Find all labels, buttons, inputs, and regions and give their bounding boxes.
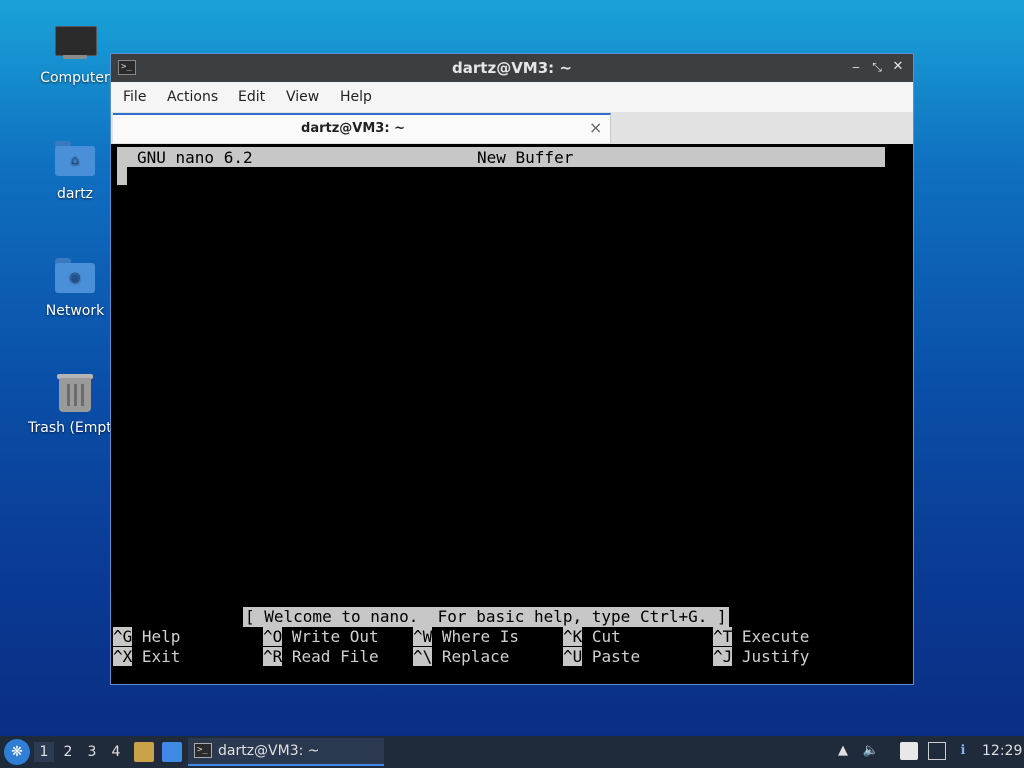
text-cursor	[117, 167, 127, 185]
shortcut-cut: ^K Cut	[563, 627, 621, 646]
shortcut-paste: ^U Paste	[563, 647, 641, 666]
workspace-4[interactable]: 4	[106, 742, 126, 762]
app-menu-icon: ❋	[11, 744, 23, 760]
terminal-window: >_ dartz@VM3: ~ ‒ ⤡ ✕ File Actions Edit …	[110, 53, 914, 685]
tab-bar: dartz@VM3: ~ ×	[111, 112, 913, 144]
nano-version: GNU nano 6.2	[137, 148, 253, 167]
window-title: dartz@VM3: ~	[452, 59, 572, 77]
desktop-icon-label: Trash (Empty)	[28, 420, 113, 436]
start-menu-button[interactable]: ❋	[4, 739, 30, 765]
clipboard-icon[interactable]	[900, 742, 918, 760]
shortcut-where-is: ^W Where Is	[413, 627, 519, 646]
tray-expand-icon[interactable]: ▲	[834, 742, 852, 760]
menu-edit[interactable]: Edit	[238, 89, 265, 105]
trash-icon	[53, 372, 97, 416]
terminal-area[interactable]: GNU nano 6.2 New Buffer [ Welcome to nan…	[113, 145, 911, 682]
clock[interactable]: 12:29	[982, 743, 1022, 759]
shortcut-execute: ^T Execute	[713, 627, 810, 646]
shortcut-justify: ^J Justify	[713, 647, 810, 666]
workspace-3[interactable]: 3	[82, 742, 102, 762]
shortcut-replace: ^\ Replace	[413, 647, 510, 666]
workspace-1[interactable]: 1	[34, 742, 54, 762]
maximize-button[interactable]: ⤡	[869, 58, 885, 76]
menubar: File Actions Edit View Help	[111, 82, 913, 112]
nano-titlebar: GNU nano 6.2 New Buffer	[117, 147, 885, 167]
taskbar: ❋ 1 2 3 4 >_ dartz@VM3: ~ ▲ 🔈 ℹ 12:29	[0, 736, 1024, 768]
network-folder-icon: ◉	[53, 255, 97, 299]
update-notifier-icon[interactable]: ℹ	[954, 742, 972, 760]
shortcut-read-file: ^R Read File	[263, 647, 379, 666]
tab-label: dartz@VM3: ~	[301, 121, 405, 136]
home-folder-icon: ⌂	[53, 138, 97, 182]
task-label: dartz@VM3: ~	[218, 743, 320, 759]
show-desktop-icon[interactable]	[162, 742, 182, 762]
computer-icon	[53, 22, 97, 66]
volume-icon[interactable]: 🔈	[862, 742, 880, 760]
tab-terminal[interactable]: dartz@VM3: ~ ×	[113, 113, 611, 143]
close-button[interactable]: ✕	[890, 58, 906, 76]
window-titlebar[interactable]: >_ dartz@VM3: ~ ‒ ⤡ ✕	[111, 54, 913, 82]
taskbar-task-terminal[interactable]: >_ dartz@VM3: ~	[188, 738, 384, 766]
tab-close-icon[interactable]: ×	[589, 118, 602, 137]
terminal-icon: >_	[194, 743, 212, 758]
workspace-2[interactable]: 2	[58, 742, 78, 762]
shortcut-exit: ^X Exit	[113, 647, 181, 666]
shortcut-help: ^G Help	[113, 627, 181, 646]
menu-actions[interactable]: Actions	[167, 89, 218, 105]
shortcut-write-out: ^O Write Out	[263, 627, 379, 646]
menu-view[interactable]: View	[286, 89, 319, 105]
network-icon[interactable]	[928, 742, 946, 760]
minimize-button[interactable]: ‒	[848, 58, 864, 76]
desktop-icon-trash[interactable]: Trash (Empty)	[25, 372, 113, 436]
nano-buffer-name: New Buffer	[477, 148, 574, 167]
menu-help[interactable]: Help	[340, 89, 372, 105]
menu-file[interactable]: File	[123, 89, 146, 105]
file-manager-icon[interactable]	[134, 742, 154, 762]
nano-status-message: [ Welcome to nano. For basic help, type …	[243, 607, 729, 627]
